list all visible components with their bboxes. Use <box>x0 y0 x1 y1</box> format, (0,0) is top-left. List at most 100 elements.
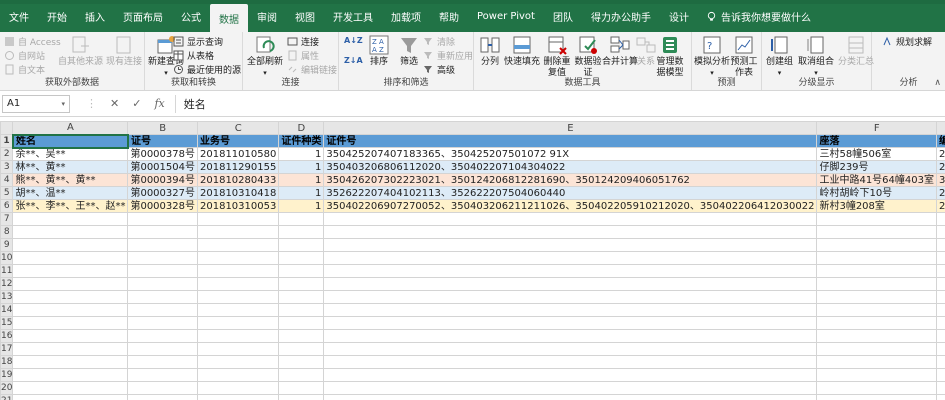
cell[interactable]: 胡**、温** <box>12 186 129 200</box>
empty-cell[interactable] <box>323 264 818 278</box>
row-header[interactable]: 18 <box>0 355 14 369</box>
empty-cell[interactable] <box>196 212 280 226</box>
empty-cell[interactable] <box>12 394 129 400</box>
tab-13[interactable]: 得力办公助手 <box>582 0 660 32</box>
row-header[interactable]: 17 <box>0 342 14 356</box>
empty-cell[interactable] <box>323 394 818 400</box>
empty-cell[interactable] <box>12 316 129 330</box>
what-if-analysis-button[interactable]: ? 模拟分析 ▾ <box>694 34 730 79</box>
cell[interactable]: 266035 <box>935 160 945 174</box>
row-header[interactable]: 13 <box>0 290 14 304</box>
enter-icon[interactable]: ✓ <box>132 97 141 110</box>
sort-za-button[interactable]: Z↓A <box>344 56 363 65</box>
select-all-corner[interactable] <box>0 121 14 135</box>
row-header[interactable]: 11 <box>0 264 14 278</box>
column-header-c[interactable]: C <box>196 121 280 135</box>
cell[interactable]: 熊**、黄**、黄** <box>12 173 129 187</box>
empty-cell[interactable] <box>816 303 937 317</box>
empty-cell[interactable] <box>12 251 129 265</box>
row-header[interactable]: 8 <box>0 225 14 239</box>
empty-cell[interactable] <box>816 277 937 291</box>
tab-9[interactable]: 加载项 <box>382 0 430 32</box>
tab-8[interactable]: 开发工具 <box>324 0 382 32</box>
empty-cell[interactable] <box>127 316 198 330</box>
empty-cell[interactable] <box>278 381 325 395</box>
cell[interactable]: 林**、黄** <box>12 160 129 174</box>
empty-cell[interactable] <box>127 355 198 369</box>
properties-button[interactable]: 属性 <box>287 49 319 62</box>
tab-4[interactable]: 公式 <box>172 0 210 32</box>
empty-cell[interactable] <box>196 264 280 278</box>
empty-cell[interactable] <box>12 277 129 291</box>
empty-cell[interactable] <box>278 225 325 239</box>
subtotal-button[interactable]: 分类汇总 <box>838 34 874 68</box>
name-box[interactable]: A1 ▾ <box>2 94 70 113</box>
empty-cell[interactable] <box>12 264 129 278</box>
empty-cell[interactable] <box>935 251 945 265</box>
empty-cell[interactable] <box>323 212 818 226</box>
empty-cell[interactable] <box>278 316 325 330</box>
cell[interactable]: 三村58幢506室 <box>816 147 937 161</box>
empty-cell[interactable] <box>816 290 937 304</box>
empty-cell[interactable] <box>278 264 325 278</box>
header-cell[interactable]: 证号 <box>127 134 198 148</box>
empty-cell[interactable] <box>127 290 198 304</box>
row-header[interactable]: 19 <box>0 368 14 382</box>
formula-input[interactable]: 姓名 <box>174 94 945 113</box>
row-header[interactable]: 2 <box>0 147 14 161</box>
empty-cell[interactable] <box>196 329 280 343</box>
empty-cell[interactable] <box>816 394 937 400</box>
tab-7[interactable]: 视图 <box>286 0 324 32</box>
empty-cell[interactable] <box>323 381 818 395</box>
empty-cell[interactable] <box>12 329 129 343</box>
row-header[interactable]: 5 <box>0 186 14 200</box>
row-header[interactable]: 7 <box>0 212 14 226</box>
flash-fill-button[interactable]: 快速填充 <box>504 34 540 68</box>
header-cell[interactable]: 证件号 <box>323 134 818 148</box>
cell[interactable]: 201810280433 <box>196 173 280 187</box>
cell[interactable]: 350402206907270052、350403206211211026、35… <box>323 199 818 213</box>
cell[interactable]: 仔脚239号 <box>816 160 937 174</box>
cell[interactable]: 第0000378号 <box>127 147 198 161</box>
row-header[interactable]: 9 <box>0 238 14 252</box>
tab-0[interactable]: 文件 <box>0 0 38 32</box>
empty-cell[interactable] <box>323 329 818 343</box>
empty-cell[interactable] <box>12 342 129 356</box>
cell[interactable]: 281195 <box>935 186 945 200</box>
empty-cell[interactable] <box>935 264 945 278</box>
row-header[interactable]: 3 <box>0 160 14 174</box>
empty-cell[interactable] <box>935 381 945 395</box>
column-header-b[interactable]: B <box>127 121 198 135</box>
empty-cell[interactable] <box>323 225 818 239</box>
empty-cell[interactable] <box>935 316 945 330</box>
empty-cell[interactable] <box>935 355 945 369</box>
empty-cell[interactable] <box>935 329 945 343</box>
empty-cell[interactable] <box>816 225 937 239</box>
empty-cell[interactable] <box>196 225 280 239</box>
cell[interactable]: 350403206806112020、350402207104304022 <box>323 160 818 174</box>
empty-cell[interactable] <box>278 303 325 317</box>
ungroup-button[interactable]: 取消组合 ▾ <box>798 34 834 79</box>
existing-connections-button[interactable]: 现有连接 <box>106 34 142 68</box>
manage-data-model-button[interactable]: 管理数据模型 <box>656 34 684 79</box>
cell[interactable]: 余**、吴** <box>12 147 129 161</box>
tab-3[interactable]: 页面布局 <box>114 0 172 32</box>
empty-cell[interactable] <box>935 368 945 382</box>
cell[interactable]: 第0000327号 <box>127 186 198 200</box>
relationships-button[interactable]: 关系 <box>634 34 658 68</box>
tell-me-box[interactable]: 告诉我你想要做什么 <box>706 0 811 32</box>
empty-cell[interactable] <box>278 277 325 291</box>
cell[interactable]: 350425207407183365、350425207501072 91X <box>323 147 818 161</box>
empty-cell[interactable] <box>278 368 325 382</box>
empty-cell[interactable] <box>196 316 280 330</box>
cell[interactable]: 201810310418 <box>196 186 280 200</box>
row-header[interactable]: 15 <box>0 316 14 330</box>
empty-cell[interactable] <box>323 316 818 330</box>
empty-cell[interactable] <box>816 251 937 265</box>
empty-cell[interactable] <box>12 381 129 395</box>
empty-cell[interactable] <box>816 264 937 278</box>
group-button[interactable]: 创建组 ▾ <box>766 34 793 79</box>
empty-cell[interactable] <box>323 342 818 356</box>
empty-cell[interactable] <box>323 355 818 369</box>
cell[interactable]: 第0000394号 <box>127 173 198 187</box>
